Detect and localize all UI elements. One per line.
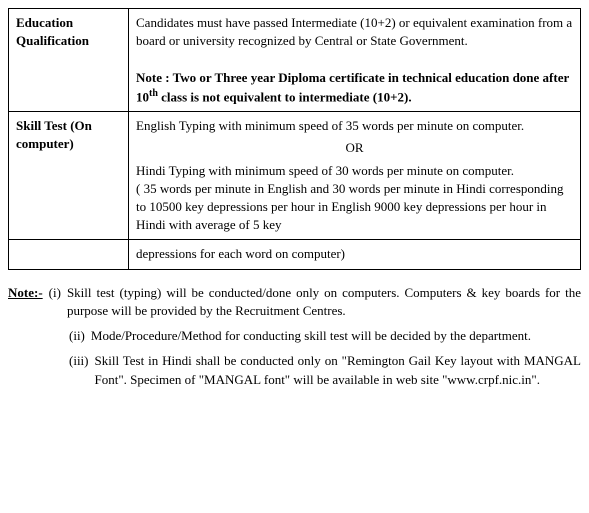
education-content: Candidates must have passed Intermediate…	[129, 9, 581, 112]
note-num-i: (i)	[49, 284, 61, 322]
skill-test-row: Skill Test (On computer) English Typing …	[9, 112, 581, 240]
note-text-i: Skill test (typing) will be conducted/do…	[67, 284, 581, 322]
note-text-ii: Mode/Procedure/Method for conducting ski…	[91, 327, 531, 346]
continuation-content: depressions for each word on computer)	[129, 240, 581, 269]
note-num-ii: (ii)	[69, 327, 85, 346]
notes-list: Note:- (i) Skill test (typing) will be c…	[8, 284, 581, 390]
skill-test-label: Skill Test (On computer)	[9, 112, 129, 240]
note-num-iii: (iii)	[69, 352, 89, 390]
education-row: Education Qualification Candidates must …	[9, 9, 581, 112]
note-label: Note:-	[8, 284, 43, 322]
qualification-table: Education Qualification Candidates must …	[8, 8, 581, 270]
notes-section: Note:- (i) Skill test (typing) will be c…	[8, 280, 581, 390]
note-text-iii: Skill Test in Hindi shall be conducted o…	[95, 352, 582, 390]
continuation-row: depressions for each word on computer)	[9, 240, 581, 269]
note-item-ii: (ii) Mode/Procedure/Method for conductin…	[8, 327, 581, 346]
education-label: Education Qualification	[9, 9, 129, 112]
note-item-iii: (iii) Skill Test in Hindi shall be condu…	[8, 352, 581, 390]
note-item-label-row: Note:- (i) Skill test (typing) will be c…	[8, 284, 581, 322]
continuation-left	[9, 240, 129, 269]
skill-test-content: English Typing with minimum speed of 35 …	[129, 112, 581, 240]
